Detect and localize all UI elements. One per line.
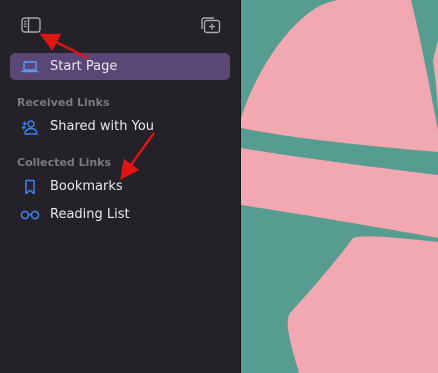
sidebar-item-reading-list[interactable]: Reading List [10,201,230,228]
new-tab-group-button[interactable] [198,13,222,37]
toggle-sidebar-button[interactable] [19,13,43,37]
glasses-icon [20,205,40,225]
sidebar-icon [21,17,41,33]
sidebar-item-label: Start Page [50,59,118,74]
laptop-icon [20,57,40,77]
section-title-received-links: Received Links [17,96,110,109]
sidebar-item-start-page[interactable]: Start Page [10,53,230,80]
wallpaper-image [241,0,438,373]
sidebar-item-label: Reading List [50,207,130,222]
sidebar-item-bookmarks[interactable]: Bookmarks [10,173,230,200]
sidebar: Start Page Received Links Shared with Yo… [0,0,241,373]
start-page-background [241,0,438,373]
sidebar-item-label: Bookmarks [50,179,123,194]
sidebar-item-shared-with-you[interactable]: Shared with You [10,113,230,140]
section-title-collected-links: Collected Links [17,156,112,169]
shared-people-icon [20,117,40,137]
sidebar-item-label: Shared with You [50,119,155,134]
tab-group-add-icon [199,16,221,34]
bookmark-icon [20,177,40,197]
